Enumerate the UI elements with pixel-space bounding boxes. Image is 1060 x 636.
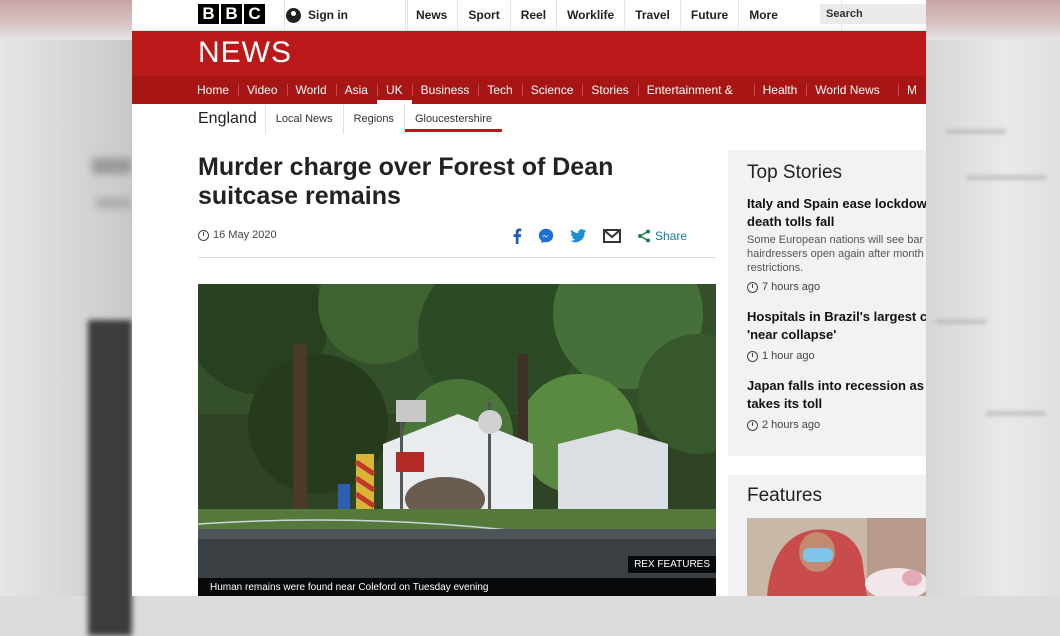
top-story-item[interactable]: Italy and Spain ease lockdown death toll…: [747, 195, 926, 293]
bbc-logo[interactable]: B B C: [198, 4, 265, 24]
time-text: 7 hours ago: [762, 281, 821, 293]
facebook-icon[interactable]: [512, 228, 522, 244]
forest-scene-image: [198, 284, 716, 596]
story-timestamp: 7 hours ago: [747, 281, 926, 293]
article-date: 16 May 2020: [198, 229, 277, 241]
region-title[interactable]: England: [198, 110, 257, 128]
logo-letter: C: [244, 4, 265, 24]
nav-entertainment-arts[interactable]: Entertainment & Arts: [637, 76, 754, 125]
article-headline: Murder charge over Forest of Dean suitca…: [198, 153, 614, 210]
subnav-gloucestershire[interactable]: Gloucestershire: [403, 104, 503, 134]
nav-world[interactable]: World: [286, 76, 336, 104]
share-icon[interactable]: [637, 229, 651, 243]
clock-icon: [198, 229, 209, 241]
nav-science[interactable]: Science: [521, 76, 583, 104]
story-title[interactable]: Japan falls into recession as: [747, 377, 926, 395]
blurred-shape: [88, 320, 132, 636]
feature-photo: [747, 518, 926, 596]
top-nav-worklife[interactable]: Worklife: [556, 0, 624, 30]
nav-more-truncated[interactable]: M: [898, 76, 926, 104]
blurred-text: [92, 158, 132, 174]
top-stories-panel: Top Stories Italy and Spain ease lockdow…: [728, 150, 926, 456]
sign-in-button[interactable]: Sign in: [284, 0, 408, 30]
story-timestamp: 1 hour ago: [747, 350, 926, 362]
news-logo[interactable]: NEWS: [198, 36, 292, 70]
top-stories-heading: Top Stories: [747, 162, 843, 183]
more-label: More: [749, 8, 778, 22]
divider: [198, 257, 716, 258]
time-text: 2 hours ago: [762, 419, 821, 431]
background-blur-right: [926, 40, 1060, 596]
time-text: 1 hour ago: [762, 350, 815, 362]
nav-asia[interactable]: Asia: [335, 76, 377, 104]
main-nav: Home Video World Asia UK Business Tech S…: [132, 76, 926, 125]
features-panel: Features: [728, 475, 926, 596]
search-placeholder: Search: [826, 8, 863, 20]
twitter-icon[interactable]: [570, 229, 587, 243]
top-nav: News Sport Reel Worklife Travel Future M…: [405, 0, 843, 30]
image-credit: REX FEATURES: [628, 556, 716, 573]
subnav-local-news[interactable]: Local News: [264, 104, 343, 134]
date-text: 16 May 2020: [213, 229, 277, 241]
global-navigation: B B C Sign in News Sport Reel Worklife T…: [132, 0, 926, 31]
clock-icon: [747, 419, 758, 431]
blurred-text: [946, 130, 1006, 133]
clock-icon: [747, 281, 758, 293]
nav-tech[interactable]: Tech: [478, 76, 521, 104]
nav-health[interactable]: Health: [753, 76, 807, 104]
article-image: REX FEATURES Human remains were found ne…: [198, 284, 716, 596]
nav-world-news-tv[interactable]: World News TV: [806, 76, 898, 125]
secondary-nav: England Local News Regions Gloucestershi…: [198, 104, 503, 134]
search-input[interactable]: Search: [820, 4, 926, 24]
share-tools: Share: [512, 226, 687, 246]
summary-line: Some European nations will see bar: [747, 234, 924, 246]
messenger-icon[interactable]: [538, 228, 554, 244]
image-caption: Human remains were found near Coleford o…: [198, 578, 716, 596]
top-nav-sport[interactable]: Sport: [457, 0, 509, 30]
story-timestamp: 2 hours ago: [747, 419, 926, 431]
nav-video[interactable]: Video: [238, 76, 286, 104]
blurred-text: [986, 412, 1046, 415]
logo-letter: B: [198, 4, 219, 24]
bbc-news-page: B B C Sign in News Sport Reel Worklife T…: [132, 0, 926, 596]
feature-image[interactable]: [747, 518, 926, 596]
blurred-text: [936, 320, 986, 323]
blurred-text: [96, 198, 132, 208]
user-icon: [286, 7, 301, 23]
background-blur-left: [0, 40, 132, 636]
nav-uk[interactable]: UK: [376, 76, 412, 104]
top-nav-future[interactable]: Future: [679, 0, 738, 30]
sign-in-label: Sign in: [308, 8, 348, 22]
story-title[interactable]: takes its toll: [747, 395, 926, 413]
summary-line: restrictions.: [747, 262, 804, 274]
share-label[interactable]: Share: [655, 229, 687, 243]
logo-letter: B: [221, 4, 242, 24]
top-nav-news[interactable]: News: [405, 0, 457, 30]
nav-stories[interactable]: Stories: [582, 76, 637, 104]
nav-business[interactable]: Business: [411, 76, 479, 104]
nav-home[interactable]: Home: [188, 76, 238, 104]
top-story-item[interactable]: Japan falls into recession as takes its …: [747, 377, 926, 431]
top-nav-reel[interactable]: Reel: [509, 0, 556, 30]
story-title[interactable]: 'near collapse': [747, 326, 926, 344]
story-title[interactable]: Italy and Spain ease lockdown: [747, 195, 926, 213]
clock-icon: [747, 350, 758, 362]
features-heading: Features: [747, 485, 822, 506]
story-title[interactable]: Hospitals in Brazil's largest ci: [747, 308, 926, 326]
story-title[interactable]: death tolls fall: [747, 213, 926, 231]
blurred-text: [966, 176, 1046, 179]
story-summary: Some European nations will see bar haird…: [747, 233, 926, 275]
email-icon[interactable]: [603, 229, 621, 243]
subnav-regions[interactable]: Regions: [342, 104, 404, 134]
top-story-item[interactable]: Hospitals in Brazil's largest ci 'near c…: [747, 308, 926, 362]
top-nav-travel[interactable]: Travel: [624, 0, 680, 30]
summary-line: hairdressers open again after month: [747, 248, 924, 260]
